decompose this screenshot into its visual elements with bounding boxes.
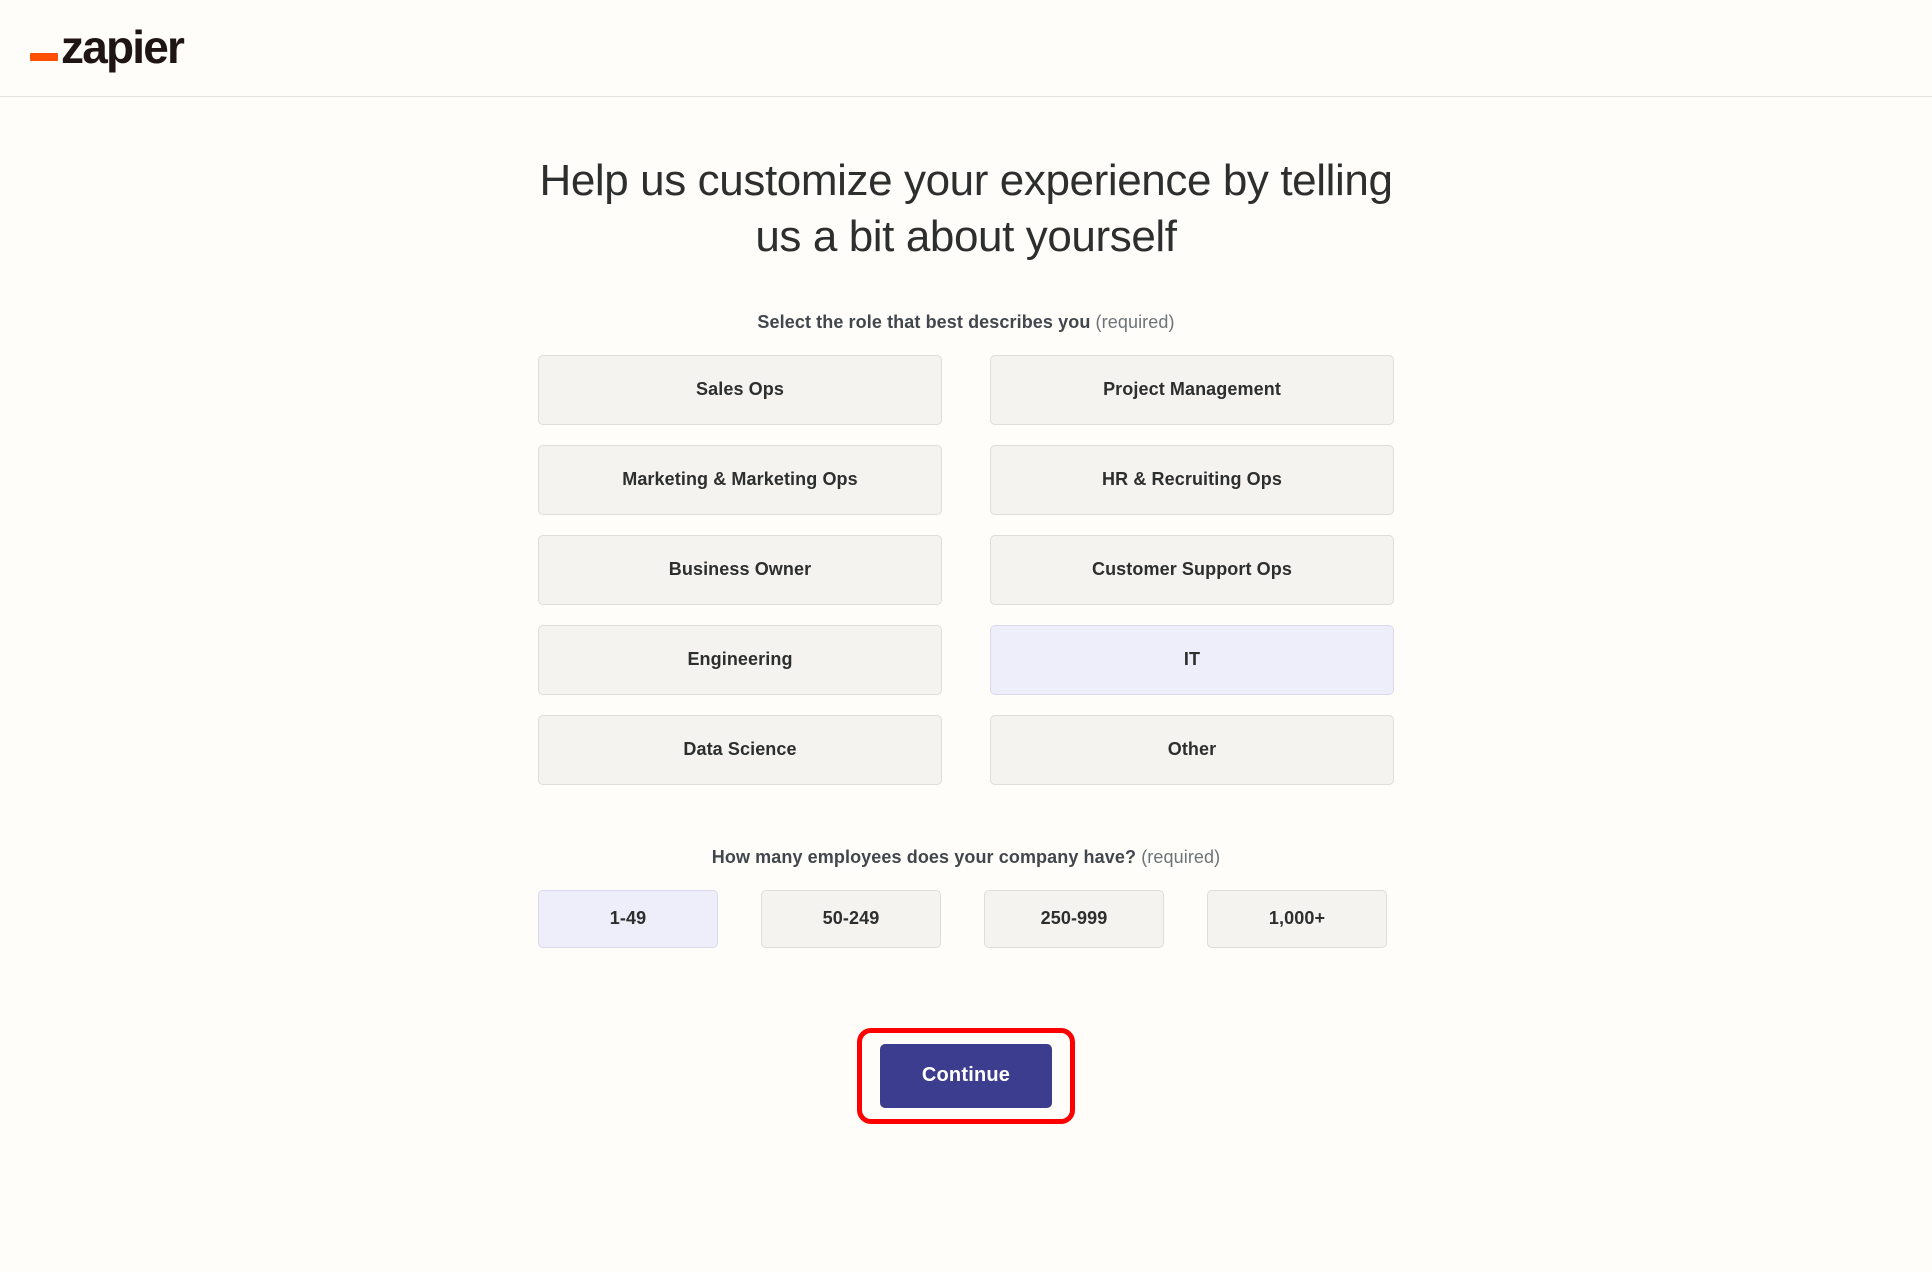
role-option-hr-and-recruiting-ops[interactable]: HR & Recruiting Ops (990, 444, 1394, 515)
role-option-it[interactable]: IT (990, 624, 1394, 695)
page-title: Help us customize your experience by tel… (539, 156, 1393, 261)
role-question-required-note: (required) (1095, 311, 1175, 332)
employees-option-1000-plus[interactable]: 1,000+ (1207, 889, 1387, 948)
app-header: zapier (0, 0, 1932, 97)
role-option-data-science[interactable]: Data Science (538, 714, 942, 785)
employees-question-required-note: (required) (1141, 846, 1221, 867)
role-option-business-owner[interactable]: Business Owner (538, 534, 942, 605)
role-option-project-management[interactable]: Project Management (990, 354, 1394, 425)
employees-option-250-999[interactable]: 250-999 (984, 889, 1164, 948)
role-options-grid: Sales Ops Project Management Marketing &… (538, 354, 1394, 785)
continue-button-highlight: Continue (857, 1027, 1075, 1124)
onboarding-form: Help us customize your experience by tel… (0, 97, 1932, 1124)
role-question-label: Select the role that best describes you … (757, 312, 1174, 333)
continue-button[interactable]: Continue (880, 1043, 1052, 1108)
zapier-logo-dash-icon (30, 52, 58, 61)
employees-option-1-49[interactable]: 1-49 (538, 889, 718, 948)
zapier-logo-text: zapier (61, 21, 185, 74)
role-option-sales-ops[interactable]: Sales Ops (538, 354, 942, 425)
role-option-customer-support-ops[interactable]: Customer Support Ops (990, 534, 1394, 605)
role-question-text: Select the role that best describes you (757, 311, 1091, 332)
employees-question-text: How many employees does your company hav… (711, 846, 1137, 867)
role-option-engineering[interactable]: Engineering (538, 624, 942, 695)
employees-option-50-249[interactable]: 50-249 (761, 889, 941, 948)
role-option-marketing-and-marketing-ops[interactable]: Marketing & Marketing Ops (538, 444, 942, 515)
zapier-logo[interactable]: zapier (30, 21, 185, 74)
employees-question-label: How many employees does your company hav… (712, 847, 1220, 868)
employees-options-row: 1-49 50-249 250-999 1,000+ (538, 889, 1394, 948)
role-option-other[interactable]: Other (990, 714, 1394, 785)
